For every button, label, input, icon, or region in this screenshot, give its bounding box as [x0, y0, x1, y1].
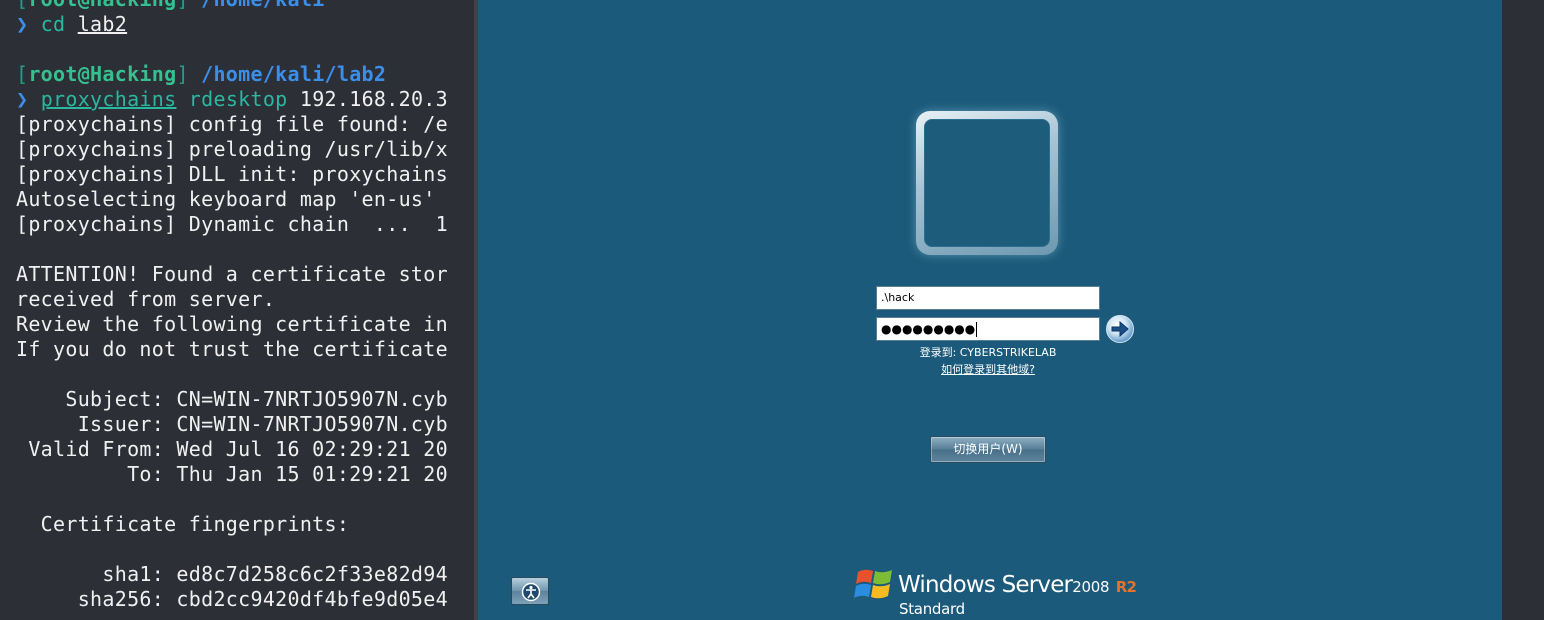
user-avatar [916, 111, 1058, 255]
terminal-command-line: ❯ cd lab2 [16, 12, 448, 37]
terminal-output-line: Autoselecting keyboard map 'en-us' [16, 187, 436, 211]
prompt-user: root@Hacking [28, 0, 176, 11]
prompt-bracket-close: ] [176, 0, 188, 11]
switch-user-button[interactable]: 切换用户(W) [930, 436, 1046, 463]
text-caret [976, 322, 978, 337]
windows-server-logo: Windows Server2008 R2 Standard [854, 564, 1137, 620]
logon-domain-text: 登录到: CYBERSTRIKELAB [919, 346, 1057, 359]
arrow-right-icon [1111, 321, 1129, 337]
prompt-user: root@Hacking [28, 62, 177, 86]
terminal-output: [root@Hacking] /home/kali ❯ cd lab2 [roo… [16, 0, 448, 612]
terminal-prompt-line: [root@Hacking] /home/kali/lab2 [16, 62, 448, 87]
terminal-output-line: ATTENTION! Found a certificate stor [16, 262, 448, 286]
password-field[interactable]: ●●●●●●●●● [876, 317, 1100, 341]
prompt-path: /home/kali/lab2 [201, 62, 387, 86]
product-wordmark: Windows Server [898, 572, 1073, 598]
sha256-line: sha256: cbd2cc9420df4bfe9d05e4 [16, 587, 448, 611]
terminal-command-line: ❯ proxychains rdesktop 192.168.20.3 [16, 87, 448, 112]
product-version: 2008 [1072, 578, 1110, 596]
terminal-output-line: received from server. [16, 287, 276, 311]
terminal-window[interactable]: [root@Hacking] /home/kali ❯ cd lab2 [roo… [0, 0, 474, 620]
product-name: Windows Server2008 R2 [898, 572, 1137, 598]
command-argument: lab2 [77, 12, 128, 36]
product-release: R2 [1115, 578, 1137, 596]
prompt-arrow-icon: ❯ [16, 12, 29, 36]
avatar-picture [924, 119, 1050, 247]
command-argument: 192.168.20.3 [299, 87, 448, 111]
terminal-output-line: [proxychains] DLL init: proxychains [16, 162, 448, 186]
terminal-output-line: Review the following certificate in [16, 312, 448, 336]
prompt-bracket-open: [ [16, 62, 29, 86]
sha1-line: sha1: ed8c7d258c6c2f33e82d94 [16, 562, 448, 586]
cert-valid-from-line: Valid From: Wed Jul 16 02:29:21 20 [16, 437, 448, 461]
right-edge-panel [1502, 0, 1544, 620]
prompt-path: /home/kali [201, 0, 324, 11]
cert-valid-to-line: To: Thu Jan 15 01:29:21 20 [16, 462, 448, 486]
windows-flag-icon [854, 569, 892, 599]
prompt-bracket-open: [ [16, 0, 28, 11]
username-field[interactable]: .\hack [876, 286, 1100, 310]
ease-of-access-icon [521, 582, 541, 602]
cert-issuer-line: Issuer: CN=WIN-7NRTJO5907N.cyb [16, 412, 448, 436]
fingerprints-header: Certificate fingerprints: [16, 512, 350, 536]
terminal-prompt-line: [root@Hacking] /home/kali [16, 0, 448, 12]
terminal-output-line: [proxychains] preloading /usr/lib/x [16, 137, 448, 161]
terminal-output-line: If you do not trust the certificate [16, 337, 448, 361]
terminal-output-line: [proxychains] Dynamic chain ... 1 [16, 212, 448, 236]
terminal-output-line: [proxychains] config file found: /e [16, 112, 448, 136]
command-name: cd [40, 12, 66, 36]
prompt-bracket-close: ] [176, 62, 189, 86]
other-domain-link[interactable]: 如何登录到其他域? [876, 363, 1100, 377]
password-mask: ●●●●●●●●● [881, 322, 976, 336]
cert-subject-line: Subject: CN=WIN-7NRTJO5907N.cyb [16, 387, 448, 411]
prompt-arrow-icon: ❯ [16, 87, 29, 111]
ease-of-access-button[interactable] [511, 577, 549, 605]
rdp-session-window[interactable]: .\hack ●●●●●●●●● 登录到: CYBERSTRIKELAB 如何登… [478, 0, 1502, 620]
product-edition: Standard [899, 600, 965, 618]
logon-arrow-button[interactable] [1106, 315, 1134, 343]
command-argument: rdesktop [188, 87, 288, 111]
command-name: proxychains [40, 87, 177, 111]
